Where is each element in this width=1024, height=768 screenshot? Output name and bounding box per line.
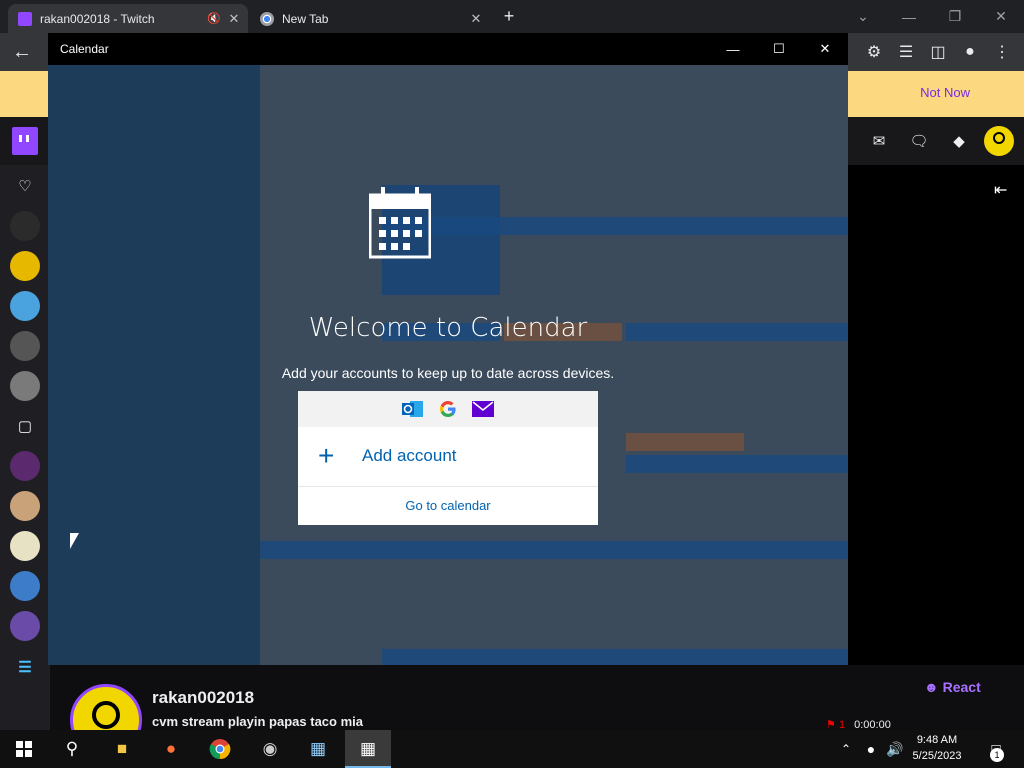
obs-icon[interactable]: ◉ [246, 730, 294, 768]
bits-icon[interactable]: ◆ [947, 129, 971, 153]
channel-name[interactable]: rakan002018 [152, 688, 254, 708]
show-hidden-icons-icon[interactable]: ⌃ [832, 730, 860, 768]
clock-time: 9:48 AM [916, 734, 958, 746]
minimize-window-icon[interactable]: — [886, 0, 932, 33]
channel-avatar[interactable] [10, 611, 40, 641]
notepad-icon[interactable]: ▦ [294, 730, 342, 768]
chat-panel [848, 165, 1024, 665]
clock-date: 5/25/2023 [912, 750, 962, 762]
windows-start-icon[interactable] [0, 730, 48, 768]
channel-avatar[interactable] [10, 531, 40, 561]
twitch-favicon [18, 11, 32, 26]
calendar-window: Calendar — ☐ ✕ [48, 33, 848, 665]
restore-window-icon[interactable]: ❐ [932, 0, 978, 33]
extension-icon[interactable]: ☰ [12, 654, 38, 680]
welcome-heading: Welcome to Calendar [308, 313, 588, 343]
tab-title: New Tab [282, 11, 329, 26]
close-tab-icon[interactable]: ✕ [468, 11, 484, 27]
twitch-logo-icon[interactable] [12, 127, 38, 155]
tab-search-icon[interactable]: ⌄ [840, 0, 886, 33]
channel-avatar[interactable] [10, 211, 40, 241]
channel-avatar[interactable] [10, 331, 40, 361]
stream-title: cvm stream playin papas taco mia [152, 714, 363, 729]
close-window-icon[interactable]: ✕ [978, 0, 1024, 33]
add-account-button[interactable]: + Add account [298, 427, 598, 485]
welcome-subtext: Add your accounts to keep up to date acr… [281, 365, 615, 381]
calendar-icon [369, 187, 431, 259]
provider-logos [298, 391, 598, 427]
close-tab-icon[interactable]: ✕ [226, 11, 242, 27]
outlook-icon [402, 401, 423, 417]
channel-avatar[interactable] [10, 291, 40, 321]
plus-icon: + [318, 440, 335, 471]
taskbar-clock[interactable]: 9:48 AM 5/25/2023 [906, 732, 968, 764]
add-account-label: Add account [362, 446, 457, 465]
file-explorer-icon[interactable]: ■ [98, 730, 146, 768]
calendar-window-title: Calendar [60, 42, 109, 56]
close-icon[interactable]: ✕ [802, 33, 848, 65]
followed-channels-rail [0, 165, 50, 730]
mouse-cursor [70, 533, 79, 549]
chrome-favicon [260, 11, 274, 26]
microphone-icon[interactable]: ● [858, 730, 884, 768]
video-camera-icon[interactable]: ▢ [12, 413, 38, 439]
browser-tab-twitch[interactable]: rakan002018 - Twitch 🔇 ✕ [8, 4, 248, 33]
viewer-count: ⚑ 1 0:00:00 [826, 719, 891, 730]
extensions-icon[interactable]: ⚙ [858, 33, 890, 71]
new-tab-button[interactable]: + [498, 6, 520, 28]
channel-avatar[interactable] [10, 251, 40, 281]
calendar-app-icon: ▦ [359, 739, 377, 758]
speaker-muted-icon[interactable]: 🔇 [206, 12, 222, 25]
browser-tab-new-tab[interactable]: New Tab ✕ [250, 4, 490, 33]
channel-avatar[interactable] [10, 451, 40, 481]
chrome-icon[interactable] [196, 730, 244, 768]
search-icon[interactable]: ⚲ [48, 730, 96, 768]
not-now-button[interactable]: Not Now [920, 85, 970, 100]
profile-icon[interactable]: ● [954, 33, 986, 71]
chrome-menu-icon[interactable]: ⋮ [986, 33, 1018, 71]
calendar-title-bar: Calendar — ☐ ✕ [48, 33, 848, 65]
channel-avatar[interactable] [10, 491, 40, 521]
heart-icon[interactable]: ♡ [12, 173, 38, 199]
stream-uptime: 0:00:00 [854, 719, 891, 730]
google-icon [439, 401, 456, 417]
notification-badge: 1 [990, 748, 1004, 762]
volume-icon[interactable]: 🔊 [882, 730, 908, 768]
react-button[interactable]: ☻ React [924, 679, 981, 695]
side-panel-icon[interactable]: ◫ [922, 33, 954, 71]
media-controls-icon[interactable]: ☰ [890, 33, 922, 71]
go-to-calendar-link[interactable]: Go to calendar [298, 486, 598, 524]
user-avatar[interactable] [984, 126, 1014, 156]
react-label: React [942, 679, 981, 695]
channel-avatar[interactable] [10, 571, 40, 601]
firefox-icon[interactable]: ● [147, 730, 195, 768]
inbox-icon[interactable]: ✉ [867, 129, 891, 153]
channel-avatar[interactable] [10, 371, 40, 401]
viewer-icon: ⚑ [826, 719, 836, 730]
back-arrow-icon[interactable]: ← [6, 33, 38, 71]
mail-icon [472, 401, 494, 417]
minimize-icon[interactable]: — [710, 33, 756, 65]
react-icon: ☻ [924, 679, 939, 695]
collapse-chat-icon[interactable]: ⇤ [994, 180, 1007, 200]
maximize-icon[interactable]: ☐ [756, 33, 802, 65]
tab-title: rakan002018 - Twitch [40, 11, 155, 26]
whispers-icon[interactable]: 🗨 [907, 129, 931, 153]
